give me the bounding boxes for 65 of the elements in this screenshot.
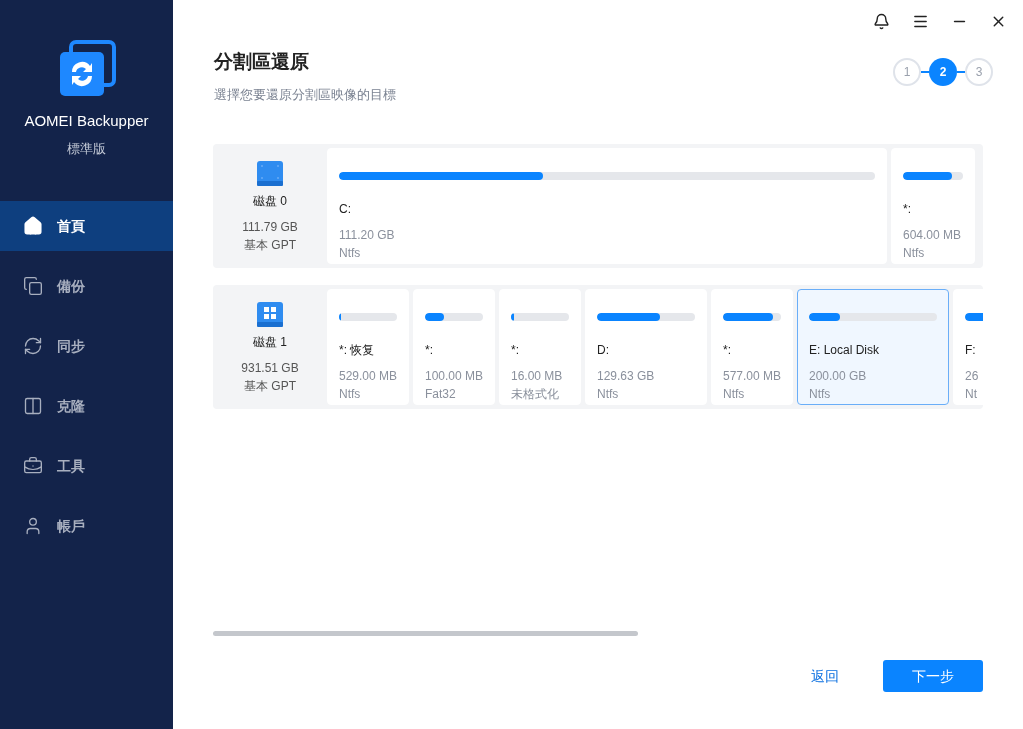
partition-size: 26 — [965, 368, 980, 385]
copy-icon — [23, 276, 43, 296]
partition-label: *: — [903, 201, 912, 218]
partition-filesystem: Ntfs — [723, 386, 746, 403]
partition-card[interactable]: E: Local Disk 200.00 GB Ntfs — [797, 289, 949, 405]
partition-size: 604.00 MB — [903, 227, 963, 244]
partition-card[interactable]: *: 100.00 MB Fat32 — [413, 289, 495, 405]
partition-filesystem: 未格式化 — [511, 386, 560, 403]
sync-logo-icon — [57, 40, 116, 98]
partition-filesystem: Ntfs — [339, 245, 362, 262]
back-link[interactable]: 返回 — [811, 665, 839, 687]
partition-card[interactable]: F: 26 Nt — [953, 289, 983, 405]
nav-item[interactable]: 帳戶 — [0, 501, 173, 551]
nav-item[interactable]: 工具 — [0, 441, 173, 491]
nav-item[interactable]: 首頁 — [0, 201, 173, 251]
home-icon — [23, 216, 43, 236]
partition-filesystem: Ntfs — [809, 386, 832, 403]
partition-card[interactable]: C: 111.20 GB Ntfs — [327, 148, 887, 264]
nav-item[interactable]: 備份 — [0, 261, 173, 311]
partition-label: *: — [723, 342, 732, 359]
partition-label: *: 恢复 — [339, 342, 376, 359]
step-indicator: 2 — [929, 58, 957, 86]
scrollbar-thumb[interactable] — [213, 631, 638, 636]
page-subtitle: 選擇您要還原分割區映像的目標 — [214, 85, 396, 104]
partition-filesystem: Ntfs — [903, 245, 926, 262]
columns-icon — [23, 396, 43, 416]
partition-card[interactable]: *: 恢复 529.00 MB Ntfs — [327, 289, 409, 405]
page-title: 分割區還原 — [214, 50, 310, 74]
partition-card[interactable]: *: 604.00 MB Ntfs — [891, 148, 975, 264]
partition-size: 529.00 MB — [339, 368, 397, 385]
partition-filesystem: Nt — [965, 386, 978, 403]
disk-name: 磁盘 0 — [253, 193, 287, 210]
partition-label: D: — [597, 342, 610, 359]
partition-label: *: — [425, 342, 434, 359]
disk-size: 111.79 GB — [242, 219, 298, 236]
edition-label: 標準版 — [67, 139, 106, 158]
partition-label: *: — [511, 342, 520, 359]
notification-bell-icon[interactable] — [873, 12, 890, 30]
disk-size: 931.51 GB — [241, 360, 299, 377]
sync-icon — [23, 336, 43, 356]
partition-size: 16.00 MB — [511, 368, 564, 385]
next-button[interactable]: 下一步 — [883, 660, 983, 692]
disk-name: 磁盘 1 — [253, 334, 287, 351]
partition-size: 200.00 GB — [809, 368, 868, 385]
partition-filesystem: Ntfs — [339, 386, 362, 403]
disk-type: 基本 GPT — [244, 237, 296, 254]
step-indicator: 1 — [893, 58, 921, 86]
partition-filesystem: Ntfs — [597, 386, 620, 403]
partition-card[interactable]: D: 129.63 GB Ntfs — [585, 289, 707, 405]
partition-label: E: Local Disk — [809, 342, 881, 359]
partition-size: 111.20 GB — [339, 227, 396, 244]
partition-label: C: — [339, 201, 352, 218]
toolbox-icon — [23, 456, 43, 476]
partition-size: 577.00 MB — [723, 368, 781, 385]
disk-type: 基本 GPT — [244, 378, 296, 395]
nav-item[interactable]: 同步 — [0, 321, 173, 371]
partition-size: 100.00 MB — [425, 368, 483, 385]
app-name: AOMEI Backupper — [24, 111, 149, 131]
partition-card[interactable]: *: 16.00 MB 未格式化 — [499, 289, 581, 405]
partition-label: F: — [965, 342, 977, 359]
step-indicator: 3 — [965, 58, 993, 86]
partition-filesystem: Fat32 — [425, 386, 457, 403]
partition-size: 129.63 GB — [597, 368, 656, 385]
nav-item[interactable]: 克隆 — [0, 381, 173, 431]
partition-card[interactable]: *: 577.00 MB Ntfs — [711, 289, 793, 405]
